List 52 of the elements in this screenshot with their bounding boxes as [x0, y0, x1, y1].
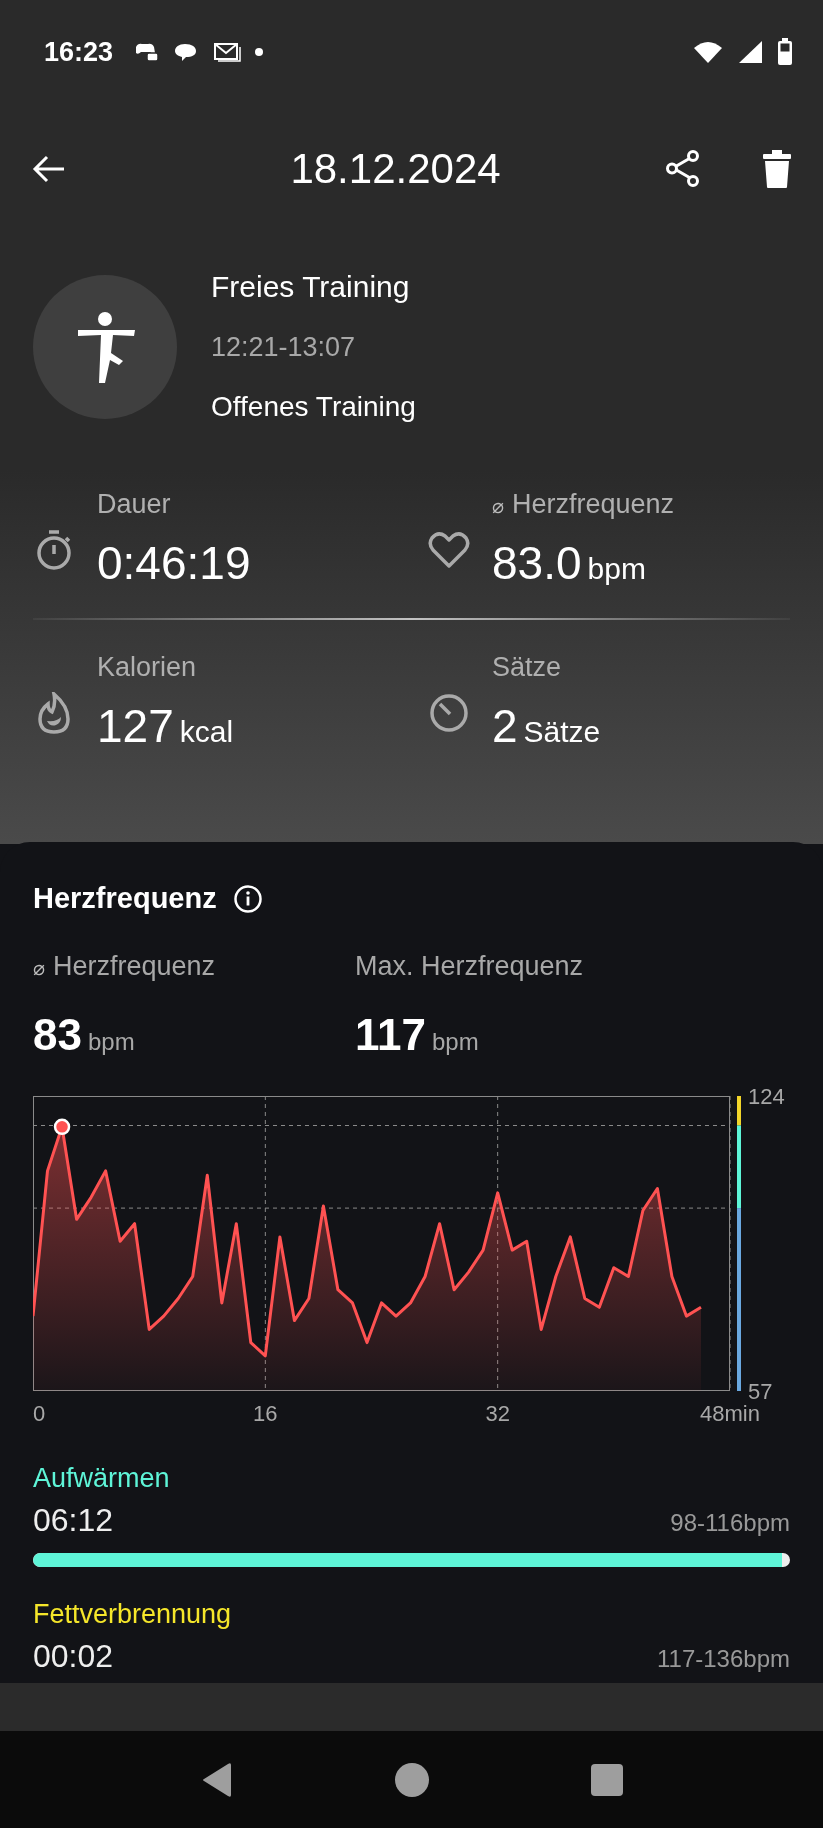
stat-unit: Sätze — [523, 715, 601, 749]
summary-value: 117 — [355, 1010, 426, 1060]
info-icon[interactable] — [232, 883, 263, 914]
workout-type: Offenes Training — [211, 391, 416, 423]
recents-nav-icon[interactable] — [590, 1763, 623, 1796]
back-nav-icon[interactable] — [200, 1761, 233, 1798]
zone-duration: 00:02 — [33, 1638, 114, 1675]
page-title: 18.12.2024 — [289, 145, 502, 193]
section-title: Herzfrequenz — [33, 882, 217, 915]
stat-label: Sätze — [492, 652, 562, 683]
summary-label: Max. Herzfrequenz — [355, 951, 584, 982]
summary-label: Herzfrequenz — [53, 951, 216, 982]
stat-value: 2 — [492, 699, 518, 753]
heart-icon — [428, 530, 470, 569]
status-time: 16:23 — [44, 36, 114, 68]
stat-value: 127 — [97, 699, 174, 753]
axis-label: 124 — [748, 1084, 785, 1109]
trash-icon[interactable] — [761, 149, 793, 189]
zone-range: 98-116bpm — [670, 1509, 790, 1537]
average-symbol: ⌀ — [33, 956, 45, 980]
summary-value: 83 — [33, 1010, 82, 1060]
average-symbol: ⌀ — [492, 494, 504, 518]
stat-value: 83.0 — [492, 536, 582, 590]
workout-time-range: 12:21-13:07 — [211, 332, 357, 363]
axis-label: 57 — [748, 1379, 773, 1404]
back-arrow-icon[interactable] — [32, 154, 66, 184]
axis-label: 48min — [700, 1401, 760, 1426]
signal-icon — [737, 40, 763, 64]
stat-label: Dauer — [97, 489, 171, 520]
stat-label: Herzfrequenz — [512, 489, 675, 520]
summary-unit: bpm — [87, 1028, 135, 1056]
axis-label: 32 — [485, 1401, 510, 1426]
exercise-figure-icon — [33, 274, 177, 419]
wifi-icon — [693, 40, 723, 64]
stat-label: Kalorien — [97, 652, 197, 683]
home-nav-icon[interactable] — [393, 1761, 430, 1798]
axis-label: 16 — [253, 1401, 278, 1426]
summary-unit: bpm — [432, 1028, 479, 1056]
zone-duration: 06:12 — [33, 1502, 114, 1539]
max-marker — [53, 1118, 71, 1136]
stat-value: 0:46:19 — [97, 536, 251, 590]
timer-circle-icon — [428, 691, 470, 734]
zone-range: 117-136bpm — [657, 1645, 790, 1673]
mail-icon — [213, 41, 242, 63]
workout-name: Freies Training — [211, 270, 411, 304]
zone-name: Aufwärmen — [33, 1463, 170, 1494]
zone-name: Fettverbrennung — [33, 1599, 232, 1630]
stat-unit: kcal — [179, 715, 234, 749]
stat-unit: bpm — [587, 552, 646, 586]
battery-icon — [777, 38, 793, 66]
notification-dot-icon — [255, 48, 264, 56]
axis-label: 0 — [33, 1401, 46, 1426]
